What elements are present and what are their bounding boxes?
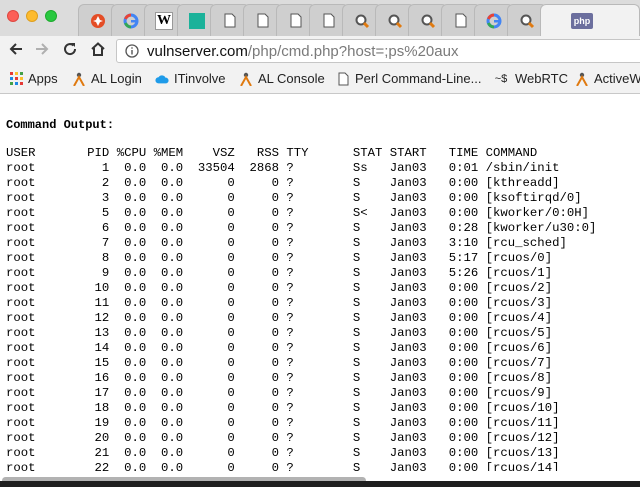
bookmark-itinvolve[interactable]: ITinvolve [155, 71, 226, 86]
address-bar[interactable]: vulnserver.com/php/cmd.php?host=;ps%20au… [116, 39, 640, 63]
bookmark-perl-command-line[interactable]: Perl Command-Line... [336, 71, 481, 86]
php-icon: php [571, 12, 593, 29]
process-row: root 19 0.0 0.0 0 0 ? S Jan03 0:00 [rcuo… [6, 416, 560, 430]
document-icon [321, 13, 337, 29]
page-content: Command Output: USER PID %CPU %MEM VSZ R… [0, 94, 640, 487]
document-icon [255, 13, 271, 29]
bookmark-al-login[interactable]: AL Login [72, 71, 142, 86]
bookmark-activew[interactable]: ActiveW [575, 71, 640, 86]
output-rows: root 1 0.0 0.0 33504 2868 ? Ss Jan03 0:0… [6, 161, 596, 475]
window-controls [7, 10, 57, 22]
bookmark-label: Apps [28, 71, 58, 86]
person-icon [575, 72, 589, 86]
zoom-window-button[interactable] [45, 10, 57, 22]
process-row: root 18 0.0 0.0 0 0 ? S Jan03 0:00 [rcuo… [6, 401, 560, 415]
browser-toolbar: vulnserver.com/php/cmd.php?host=;ps%20au… [0, 36, 640, 67]
bookmark-label: WebRTC [515, 71, 568, 86]
url-host: vulnserver.com [147, 43, 248, 60]
url-path: /php/cmd.php?host=;ps%20aux [247, 43, 459, 60]
bookmarks-bar: Apps AL Login ITinvolve AL Console Perl … [0, 66, 640, 94]
back-button[interactable] [6, 41, 26, 61]
reload-button[interactable] [60, 41, 80, 61]
magnifier-icon [354, 13, 370, 29]
bookmark-apps[interactable]: Apps [9, 71, 58, 86]
bookmark-label: AL Console [258, 71, 325, 86]
google-icon [123, 13, 139, 29]
bookmark-label: AL Login [91, 71, 142, 86]
teal-square-icon [189, 12, 205, 29]
minimize-window-button[interactable] [26, 10, 38, 22]
process-row: root 8 0.0 0.0 0 0 ? S Jan03 5:17 [rcuos… [6, 251, 553, 265]
document-icon [288, 13, 304, 29]
google-icon [486, 13, 502, 29]
bookmark-label: Perl Command-Line... [355, 71, 482, 86]
process-row: root 9 0.0 0.0 0 0 ? S Jan03 5:26 [rcuos… [6, 266, 553, 280]
close-window-button[interactable] [7, 10, 19, 22]
joomla-icon [90, 13, 106, 29]
process-row: root 16 0.0 0.0 0 0 ? S Jan03 0:00 [rcuo… [6, 371, 553, 385]
process-row: root 5 0.0 0.0 0 0 ? S< Jan03 0:00 [kwor… [6, 206, 589, 220]
person-icon [239, 72, 253, 86]
process-row: root 13 0.0 0.0 0 0 ? S Jan03 0:00 [rcuo… [6, 326, 553, 340]
webrtc-icon: ~$ [494, 72, 508, 85]
process-row: root 10 0.0 0.0 0 0 ? S Jan03 0:00 [rcuo… [6, 281, 553, 295]
magnifier-icon [420, 13, 436, 29]
forward-arrow-icon [34, 41, 50, 62]
bookmark-label: ActiveW [594, 71, 640, 86]
process-row: root 15 0.0 0.0 0 0 ? S Jan03 0:00 [rcuo… [6, 356, 553, 370]
process-row: root 12 0.0 0.0 0 0 ? S Jan03 0:00 [rcuo… [6, 311, 553, 325]
process-row: root 6 0.0 0.0 0 0 ? S Jan03 0:28 [kwork… [6, 221, 597, 235]
output-header-row: USER PID %CPU %MEM VSZ RSS TTY STAT STAR… [6, 146, 538, 160]
process-row: root 3 0.0 0.0 0 0 ? S Jan03 0:00 [ksoft… [6, 191, 582, 205]
forward-button[interactable] [32, 41, 52, 61]
document-icon [453, 13, 469, 29]
window-bottom-edge [0, 481, 640, 487]
command-output-heading: Command Output: [6, 118, 115, 132]
document-icon [336, 72, 350, 86]
tab-15-active[interactable]: php [540, 4, 640, 36]
process-row: root 20 0.0 0.0 0 0 ? S Jan03 0:00 [rcuo… [6, 431, 560, 445]
cloud-icon [155, 72, 169, 86]
magnifier-icon [519, 13, 535, 29]
process-row: root 21 0.0 0.0 0 0 ? S Jan03 0:00 [rcuo… [6, 446, 560, 460]
process-row: root 2 0.0 0.0 0 0 ? S Jan03 0:00 [kthre… [6, 176, 560, 190]
bookmark-webrtc[interactable]: ~$ WebRTC [492, 71, 568, 86]
info-icon[interactable] [125, 44, 139, 63]
bookmark-al-console[interactable]: AL Console [239, 71, 325, 86]
tab-strip: W php [0, 0, 640, 36]
home-icon [90, 41, 106, 62]
process-row: root 11 0.0 0.0 0 0 ? S Jan03 0:00 [rcuo… [6, 296, 553, 310]
process-row: root 14 0.0 0.0 0 0 ? S Jan03 0:00 [rcuo… [6, 341, 553, 355]
person-icon [72, 72, 86, 86]
home-button[interactable] [88, 41, 108, 61]
process-row: root 17 0.0 0.0 0 0 ? S Jan03 0:00 [rcuo… [6, 386, 553, 400]
process-row: root 7 0.0 0.0 0 0 ? S Jan03 3:10 [rcu_s… [6, 236, 567, 250]
command-output: USER PID %CPU %MEM VSZ RSS TTY STAT STAR… [6, 146, 596, 476]
url-text: vulnserver.com/php/cmd.php?host=;ps%20au… [147, 43, 458, 60]
bookmark-label: ITinvolve [174, 71, 226, 86]
back-arrow-icon [8, 41, 24, 62]
process-row: root 1 0.0 0.0 33504 2868 ? Ss Jan03 0:0… [6, 161, 560, 175]
document-icon [222, 13, 238, 29]
magnifier-icon [387, 13, 403, 29]
reload-icon [62, 41, 78, 62]
wikipedia-icon: W [155, 11, 173, 30]
apps-grid-icon [9, 72, 23, 86]
